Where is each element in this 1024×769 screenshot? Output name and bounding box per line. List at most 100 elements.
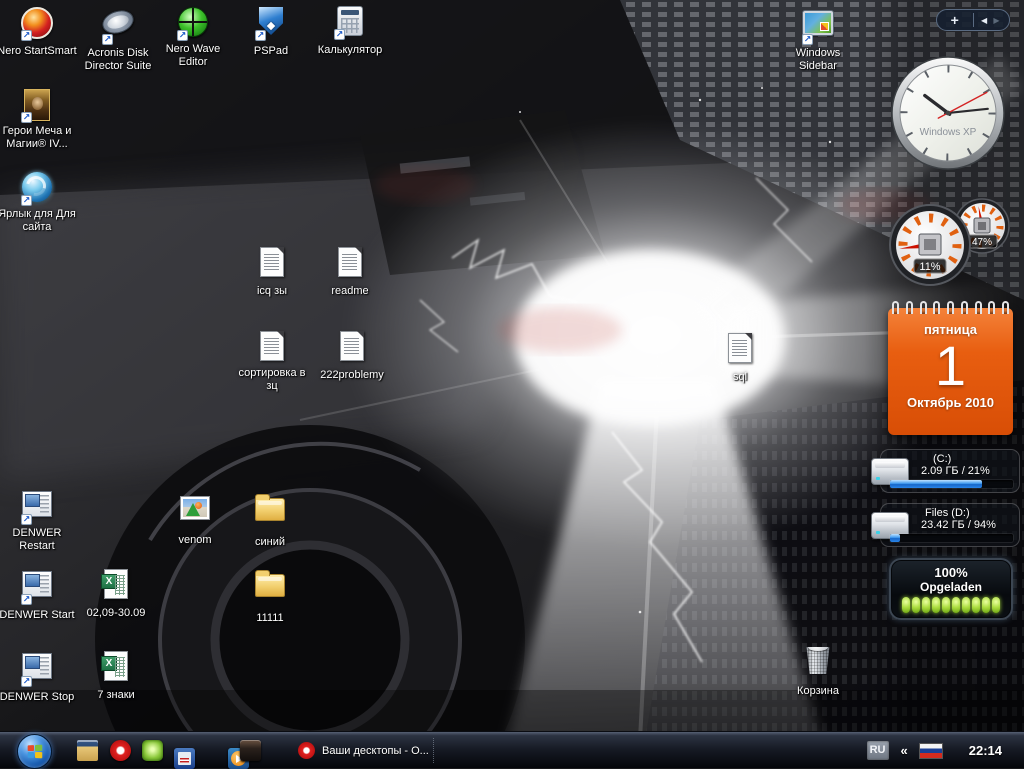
text-document-icon (260, 247, 284, 277)
folder-icon (255, 574, 285, 597)
drive-detail: 23.42 ГБ / 94% (921, 519, 1019, 531)
icon-label: DENWER Start (0, 609, 75, 622)
task-button-opera[interactable]: Ваши десктопы - O... (290, 737, 437, 764)
ram-value: 47% (972, 237, 992, 248)
drive-usage-bar (890, 480, 1013, 488)
quicklaunch-opera-icon[interactable] (110, 740, 131, 761)
shortcut-arrow-icon: ↗ (255, 30, 266, 41)
desktop-icon-sortirovka[interactable]: сортировка в зц (232, 330, 312, 394)
desktop-icon-heroes[interactable]: ↗ Герои Меча и Магии® IV... (0, 88, 77, 152)
excel-file-icon (104, 569, 128, 599)
drive-name: (C:) (933, 453, 1019, 465)
icon-label: venom (178, 534, 211, 547)
drive-usage-fill (890, 480, 982, 488)
shortcut-arrow-icon: ↗ (21, 30, 32, 41)
drive-meter-c[interactable]: (C:) 2.09 ГБ / 21% (880, 449, 1020, 493)
start-button[interactable] (17, 734, 52, 769)
desktop-icon-readme[interactable]: readme (310, 246, 390, 299)
drive-detail: 2.09 ГБ / 21% (921, 465, 1019, 477)
acronis-disk-icon (99, 7, 136, 38)
quicklaunch-total-commander-icon[interactable] (174, 748, 195, 769)
shortcut-arrow-icon: ↗ (21, 514, 32, 525)
prev-page-button[interactable]: ◀ (981, 16, 989, 25)
quicklaunch-qip-icon[interactable] (142, 740, 163, 761)
desktop-icon-icq-notes[interactable]: icq зы (232, 246, 312, 299)
drive-name: Files (D:) (925, 507, 1019, 519)
desktop-icon-siniy-folder[interactable]: синий (230, 492, 310, 550)
battery-percent: 100% (891, 565, 1011, 580)
shortcut-arrow-icon: ↗ (21, 195, 32, 206)
battery-status: Opgeladen (891, 580, 1011, 594)
tray-collapse-chevron[interactable]: « (901, 743, 907, 758)
windows-flag-icon (28, 745, 43, 759)
text-document-icon (728, 333, 752, 363)
battery-gadget[interactable]: 100% Opgeladen (889, 558, 1013, 620)
icon-label: icq зы (257, 285, 287, 298)
desktop-icon-denwer-restart[interactable]: ↗ DENWER Restart (0, 488, 77, 554)
desktop-icon-nero-wave[interactable]: ↗ Nero Wave Editor (153, 5, 233, 70)
desktop-icon-site-shortcut[interactable]: ↗ Ярлык для Для сайта (0, 170, 77, 235)
desktop-icon-sql[interactable]: sql (700, 332, 780, 385)
desktop-icon-excel-0209[interactable]: 02,09-30.09 (76, 568, 156, 621)
cpu-meter-gadget[interactable]: 47% 11% (885, 195, 1015, 293)
icon-label: DENWER Stop (0, 691, 74, 704)
calendar-day: 1 (888, 337, 1013, 395)
icon-label: Корзина (797, 685, 839, 698)
icon-label: Герои Меча и Магии® IV... (0, 125, 77, 151)
icon-label: Windows Sidebar (778, 47, 858, 73)
russia-flag-icon[interactable] (919, 743, 943, 759)
calendar-gadget[interactable]: пятница 1 Октябрь 2010 (888, 308, 1013, 435)
calendar-spiral (892, 301, 1009, 314)
icon-label: Калькулятор (318, 44, 382, 57)
image-file-icon (180, 496, 210, 520)
desktop-icon-nero-startsmart[interactable]: ↗ Nero StartSmart (0, 5, 77, 59)
desktop-icon-calculator[interactable]: ↗ Калькулятор (310, 5, 390, 58)
quicklaunch-clapperboard-icon[interactable] (77, 740, 98, 761)
battery-segments (891, 597, 1011, 613)
icon-label: 7 знаки (97, 689, 134, 702)
drive-meter-d[interactable]: Files (D:) 23.42 ГБ / 94% (880, 503, 1020, 547)
next-page-button[interactable]: ▶ (993, 16, 1001, 25)
calendar-month-year: Октябрь 2010 (888, 395, 1013, 410)
icon-label: readme (331, 285, 368, 298)
quicklaunch-console-icon[interactable] (240, 740, 261, 761)
sidebar-gadget-nav[interactable]: + ◀ ▶ (936, 9, 1010, 31)
icon-label: Ярлык для Для сайта (0, 208, 77, 234)
text-document-icon (340, 331, 364, 361)
desktop-icon-recycle-bin[interactable]: Корзина (778, 644, 858, 699)
excel-file-icon (104, 651, 128, 681)
cpu-value: 11% (919, 261, 940, 273)
clock-gadget[interactable]: Windows XP (889, 54, 1007, 172)
text-document-icon (338, 247, 362, 277)
drive-usage-bar (890, 534, 1013, 542)
shortcut-arrow-icon: ↗ (21, 112, 32, 123)
icon-label: DENWER Restart (0, 527, 77, 553)
desktop-icon-acronis[interactable]: ↗ Acronis Disk Director Suite (78, 5, 158, 74)
icon-label: 02,09-30.09 (87, 607, 146, 620)
icon-label: Acronis Disk Director Suite (78, 47, 158, 73)
desktop-icon-venom[interactable]: venom (155, 492, 235, 548)
desktop-icon-denwer-stop[interactable]: ↗ DENWER Stop (0, 650, 77, 705)
desktop-icon-222problemy[interactable]: 222problemy (312, 330, 392, 383)
clock-brand-text: Windows XP (920, 127, 977, 138)
icon-label: синий (255, 536, 285, 549)
folder-icon (255, 498, 285, 521)
desktop-icon-7znaki[interactable]: 7 знаки (76, 650, 156, 703)
task-button-label: Ваши десктопы - O... (322, 745, 429, 757)
add-gadget-button[interactable]: + (937, 11, 973, 29)
taskbar-separator (433, 738, 434, 763)
desktop-icon-pspad[interactable]: ↗ PSPad (231, 5, 311, 59)
icon-label: 222problemy (320, 369, 384, 382)
language-indicator[interactable]: RU (867, 741, 889, 760)
icon-label: Nero Wave Editor (153, 43, 233, 69)
desktop-icon-denwer-start[interactable]: ↗ DENWER Start (0, 568, 77, 623)
shortcut-arrow-icon: ↗ (334, 29, 345, 40)
desktop-icon-11111-folder[interactable]: 11111 (230, 568, 310, 626)
icon-label: sql (733, 371, 747, 384)
drive-usage-fill (890, 534, 900, 542)
recycle-bin-icon (805, 647, 831, 674)
icon-label: PSPad (254, 45, 288, 58)
opera-icon (298, 742, 315, 759)
icon-label: 11111 (256, 612, 283, 625)
desktop-icon-windows-sidebar[interactable]: ↗ Windows Sidebar (778, 8, 858, 74)
